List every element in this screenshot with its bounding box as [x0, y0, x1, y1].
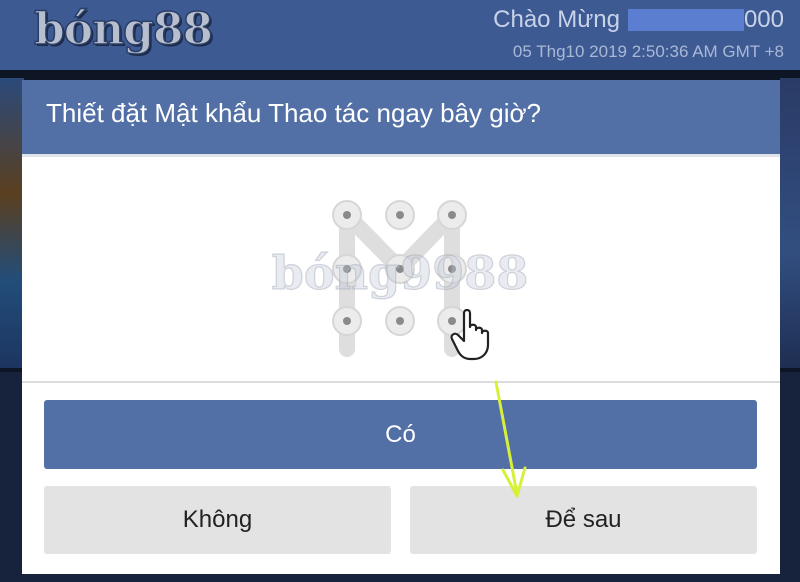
yes-button[interactable]: Có [44, 400, 757, 469]
dialog-title: Thiết đặt Mật khẩu Thao tác ngay bây giờ… [46, 98, 541, 128]
no-button[interactable]: Không [44, 486, 391, 554]
set-password-dialog: Thiết đặt Mật khẩu Thao tác ngay bây giờ… [22, 80, 780, 574]
greeting: Chào Mừng 000 [493, 6, 784, 34]
pattern-illustration: bóng9988 [22, 157, 780, 381]
divider [22, 381, 780, 383]
username-suffix: 000 [743, 6, 784, 33]
greeting-label: Chào Mừng [493, 6, 620, 33]
game-thumbnail-right [780, 78, 800, 368]
watermark: bóng9988 [271, 245, 529, 300]
dialog-header: Thiết đặt Mật khẩu Thao tác ngay bây giờ… [22, 80, 780, 154]
datetime: 05 Thg10 2019 2:50:36 AM GMT +8 [512, 42, 784, 61]
game-thumbnail-left [0, 78, 24, 368]
brand-logo[interactable]: bóng88 [33, 3, 214, 56]
later-button[interactable]: Để sau [410, 486, 757, 554]
app-header: bóng88 Chào Mừng 000 05 Thg10 2019 2:50:… [0, 0, 800, 70]
svg-text:bóng9988: bóng9988 [272, 246, 528, 300]
username-redacted [627, 9, 744, 31]
